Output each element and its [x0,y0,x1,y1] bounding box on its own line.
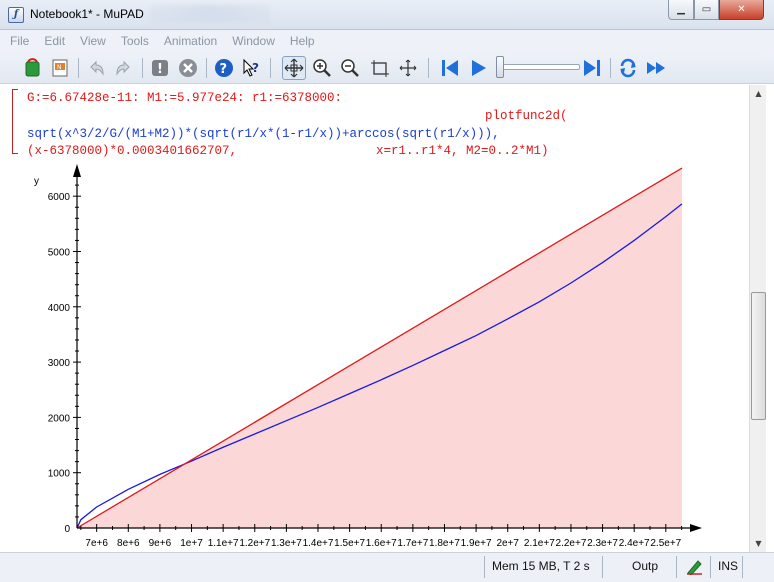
x-tick-label: 1.7e+7 [397,538,428,549]
y-tick-label: 3000 [48,358,71,369]
y-tick-label: 1000 [48,469,71,480]
y-tick-label: 2000 [48,413,71,424]
y-tick-label-zero: 0 [64,524,70,535]
x-tick-label: 1.2e+7 [239,538,270,549]
pen-icon [686,559,704,578]
status-bar: Mem 15 MB, T 2 s Outp INS [0,552,774,582]
x-tick-label: 2.4e+7 [619,538,650,549]
y-tick-label: 5000 [48,247,71,258]
x-tick-label: 2.3e+7 [587,538,618,549]
x-tick-label: 2.2e+7 [556,538,587,549]
x-tick-label: 1.8e+7 [429,538,460,549]
memory-status: Mem 15 MB, T 2 s [492,559,590,573]
x-tick-label: 1.6e+7 [366,538,397,549]
scroll-down-icon[interactable]: ▼ [750,535,767,552]
scroll-thumb[interactable] [751,292,766,420]
x-axis-arrow [690,524,702,532]
scroll-up-icon[interactable]: ▲ [750,85,767,102]
x-tick-label: 2.5e+7 [650,538,681,549]
y-tick-label: 4000 [48,303,71,314]
x-tick-label: 1.4e+7 [303,538,334,549]
x-tick-label: 1.9e+7 [461,538,492,549]
x-tick-label: 2.1e+7 [524,538,555,549]
y-tick-label: 6000 [48,192,71,203]
x-tick-label: 1e+7 [180,538,203,549]
mode-status: Outp [632,559,659,573]
y-axis-arrow [73,164,81,177]
vertical-scrollbar[interactable]: ▲ ▼ [749,85,766,552]
x-tick-label: 2e+7 [496,538,519,549]
insert-status: INS [718,559,739,573]
x-tick-label: 9e+6 [149,538,172,549]
x-tick-label: 7e+6 [85,538,108,549]
plot-area[interactable]: y 1000 2000 3000 4000 5000 6000 0 7e+6 8e+6 9e+6 1e… [0,0,774,582]
x-tick-label: 1.3e+7 [271,538,302,549]
y-axis-label: y [34,176,39,187]
x-tick-label: 1.5e+7 [334,538,365,549]
x-tick-label: 8e+6 [117,538,140,549]
x-tick-label: 1.1e+7 [208,538,239,549]
